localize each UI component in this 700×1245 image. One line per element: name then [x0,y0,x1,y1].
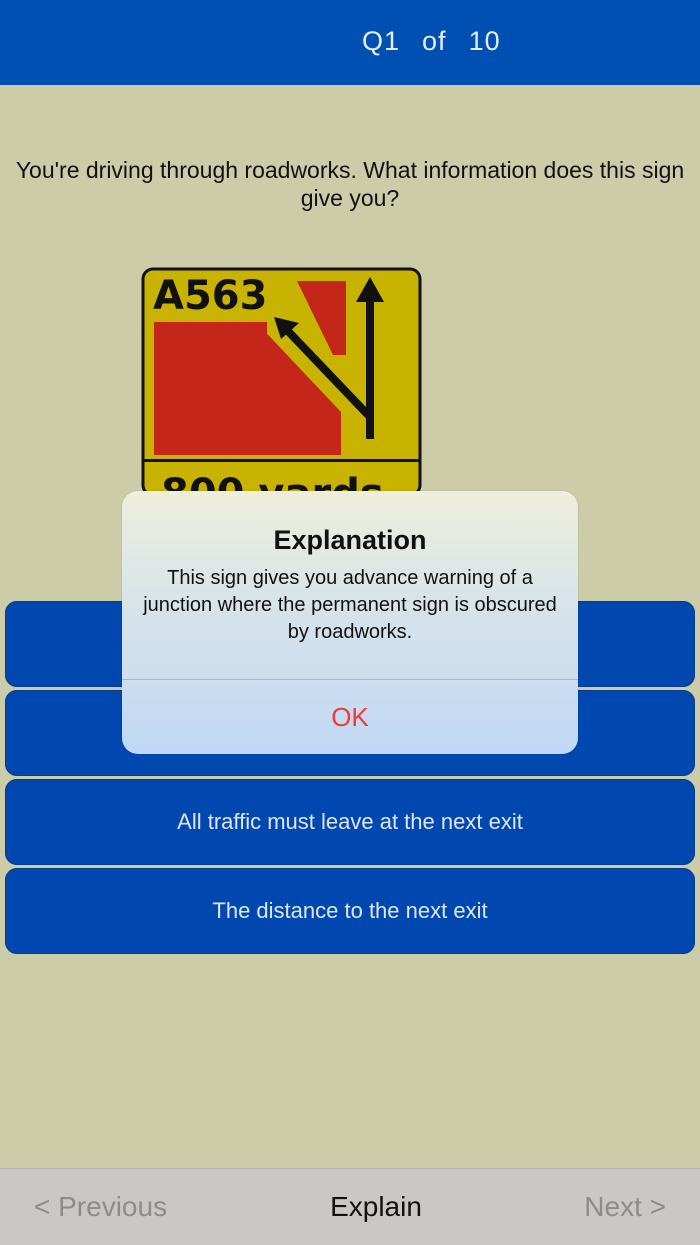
alert-title: Explanation [273,525,427,555]
alert-ok-button[interactable]: OK [122,680,578,754]
next-button[interactable]: Next > [584,1191,666,1223]
bottom-toolbar: < Previous Explain Next > [0,1168,700,1245]
explanation-alert: Explanation This sign gives you advance … [122,491,578,754]
alert-message: This sign gives you advance warning of a… [143,567,557,643]
